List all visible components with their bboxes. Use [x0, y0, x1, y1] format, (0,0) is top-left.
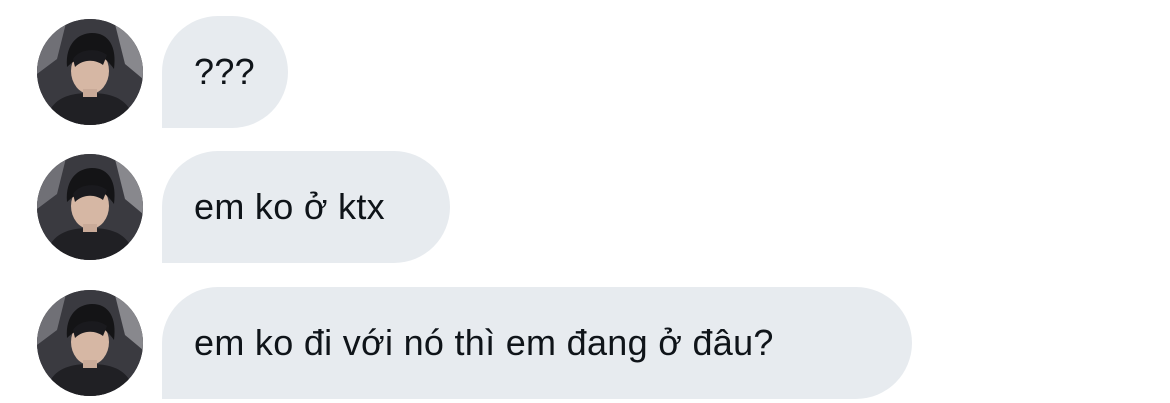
message-bubble[interactable]: em ko ở ktx — [162, 151, 450, 263]
avatar-image — [37, 19, 143, 125]
message-bubble[interactable]: em ko đi với nó thì em đang ở đâu? — [162, 287, 912, 399]
user-avatar[interactable] — [37, 154, 143, 260]
message-row: em ko ở ktx — [0, 151, 1170, 263]
message-row: ??? — [0, 16, 1170, 128]
user-avatar[interactable] — [37, 290, 143, 396]
avatar-image — [37, 290, 143, 396]
avatar-image — [37, 154, 143, 260]
message-text: em ko đi với nó thì em đang ở đâu? — [194, 322, 774, 363]
user-avatar[interactable] — [37, 19, 143, 125]
message-bubble[interactable]: ??? — [162, 16, 288, 128]
message-text: em ko ở ktx — [194, 186, 385, 227]
chat-screen: { "conversation": { "messages": [ { "tex… — [0, 0, 1170, 403]
message-text: ??? — [194, 51, 255, 92]
message-row: em ko đi với nó thì em đang ở đâu? — [0, 287, 1170, 399]
